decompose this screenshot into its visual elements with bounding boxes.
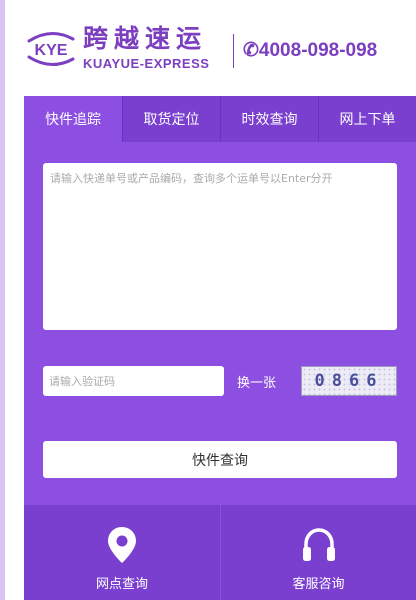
location-pin-icon [102,525,142,565]
nav-customer-service[interactable]: 客服咨询 [220,505,416,600]
hotline-phone[interactable]: ✆4008-098-098 [243,38,377,64]
captcha-input[interactable] [43,366,224,396]
bottom-nav: 网点查询 客服咨询 [24,505,416,600]
brand-name-en: KUAYUE-EXPRESS [83,56,210,71]
tracking-number-input[interactable] [43,163,397,330]
tab-transit-time[interactable]: 时效查询 [220,96,318,142]
brand-logo[interactable]: KYE 跨越速运 KUAYUE-EXPRESS [25,24,221,76]
captcha-image[interactable]: 0866 [301,366,397,396]
nav-label-service: 客服咨询 [292,577,345,592]
header: KYE 跨越速运 KUAYUE-EXPRESS ✆4008-098-098 [5,0,416,96]
headset-icon [299,525,339,565]
tab-online-order[interactable]: 网上下单 [318,96,416,142]
nav-branch-search[interactable]: 网点查询 [24,505,220,600]
tab-tracking[interactable]: 快件追踪 [24,96,122,142]
header-divider [233,34,234,68]
query-button[interactable]: 快件查询 [43,441,397,478]
brand-name-cn: 跨越速运 [83,24,208,53]
tab-pickup-location[interactable]: 取货定位 [122,96,220,142]
refresh-captcha-link[interactable]: 换一张 [237,372,276,391]
nav-label-branch: 网点查询 [95,577,148,592]
logo-text: KYE [35,42,68,59]
kye-logo-icon: KYE [25,28,77,68]
query-panel: 快件追踪 取货定位 时效查询 网上下单 换一张 0866 快件查询 网点查询 [24,96,416,600]
tab-bar: 快件追踪 取货定位 时效查询 网上下单 [24,96,416,142]
